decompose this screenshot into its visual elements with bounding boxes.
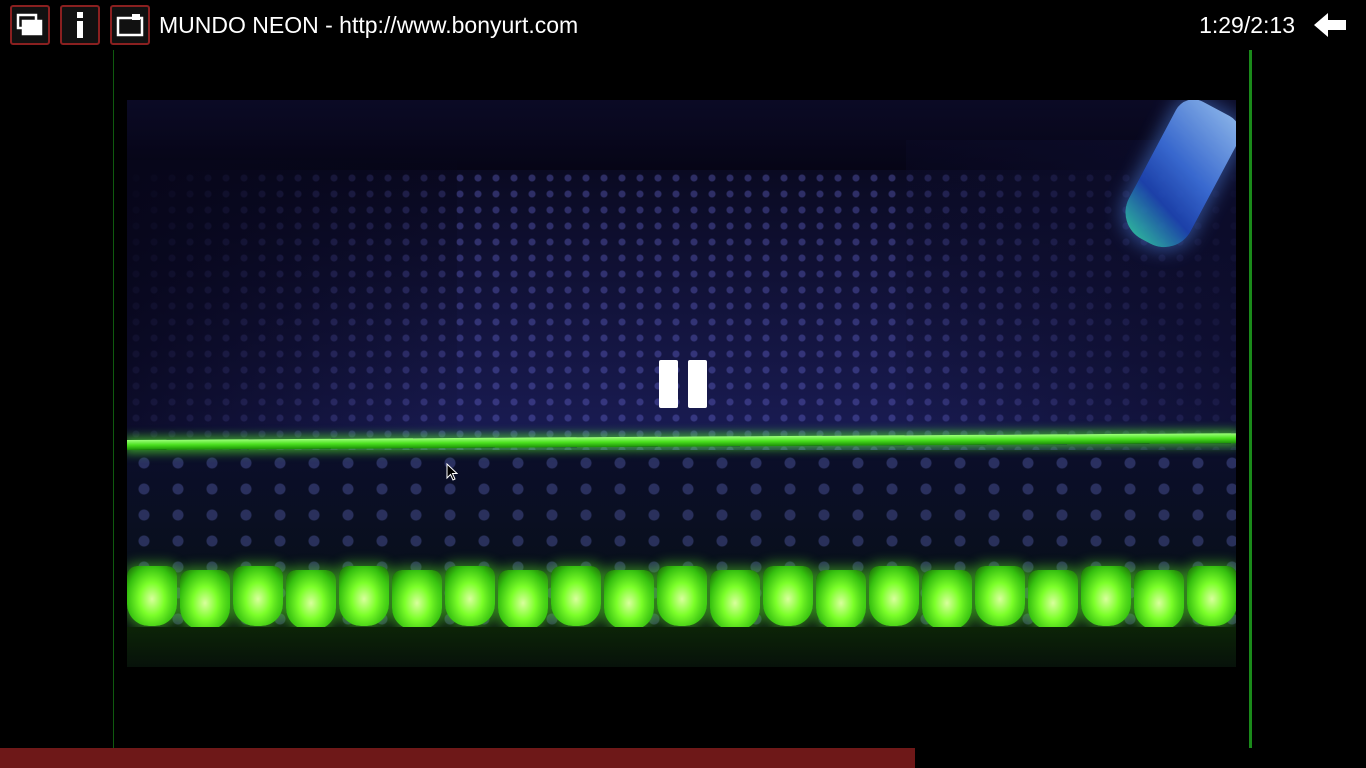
glowing-cup [604, 570, 654, 630]
glowing-cup [392, 570, 442, 630]
glowing-cup [1081, 566, 1131, 626]
mouse-cursor-icon [446, 462, 459, 481]
glowing-cup [869, 566, 919, 626]
right-guide-line [1249, 50, 1252, 748]
info-button[interactable] [60, 5, 100, 45]
glowing-cup [1187, 566, 1236, 626]
windows-icon [16, 13, 44, 37]
progress-bar-fill [0, 748, 916, 768]
top-toolbar: MUNDO NEON - http://www.bonyurt.com 1:29… [0, 0, 1366, 50]
glowing-cup [816, 570, 866, 630]
glowing-cup [710, 570, 760, 630]
time-display: 1:29/2:13 [1199, 12, 1295, 38]
glowing-cup [551, 566, 601, 626]
glowing-cup [975, 566, 1025, 626]
window-toggle-button[interactable] [110, 5, 150, 45]
glowing-cup [657, 566, 707, 626]
pause-icon-bar-right [688, 360, 707, 408]
glowing-cup [1134, 570, 1184, 630]
window-toggle-icon [116, 13, 144, 37]
progress-bar[interactable] [0, 748, 1366, 768]
glowing-cup [127, 566, 177, 626]
glowing-cup [180, 570, 230, 630]
info-icon [74, 11, 86, 39]
glowing-cup [233, 566, 283, 626]
glowing-cups-row [127, 566, 1236, 636]
pause-button[interactable] [659, 360, 707, 408]
glowing-cup [445, 566, 495, 626]
glowing-cup [922, 570, 972, 630]
glowing-cup [339, 566, 389, 626]
video-title: MUNDO NEON - http://www.bonyurt.com [159, 12, 579, 38]
windows-button[interactable] [10, 5, 50, 45]
back-button[interactable] [1312, 9, 1348, 41]
glowing-cup [498, 570, 548, 630]
video-player-screen: MUNDO NEON - http://www.bonyurt.com 1:29… [0, 0, 1366, 768]
glowing-cup [286, 570, 336, 630]
glowing-cup [1028, 570, 1078, 630]
pause-icon-bar-left [659, 360, 678, 408]
back-arrow-icon [1312, 13, 1348, 45]
left-guide-line [113, 50, 114, 748]
glowing-cup [763, 566, 813, 626]
